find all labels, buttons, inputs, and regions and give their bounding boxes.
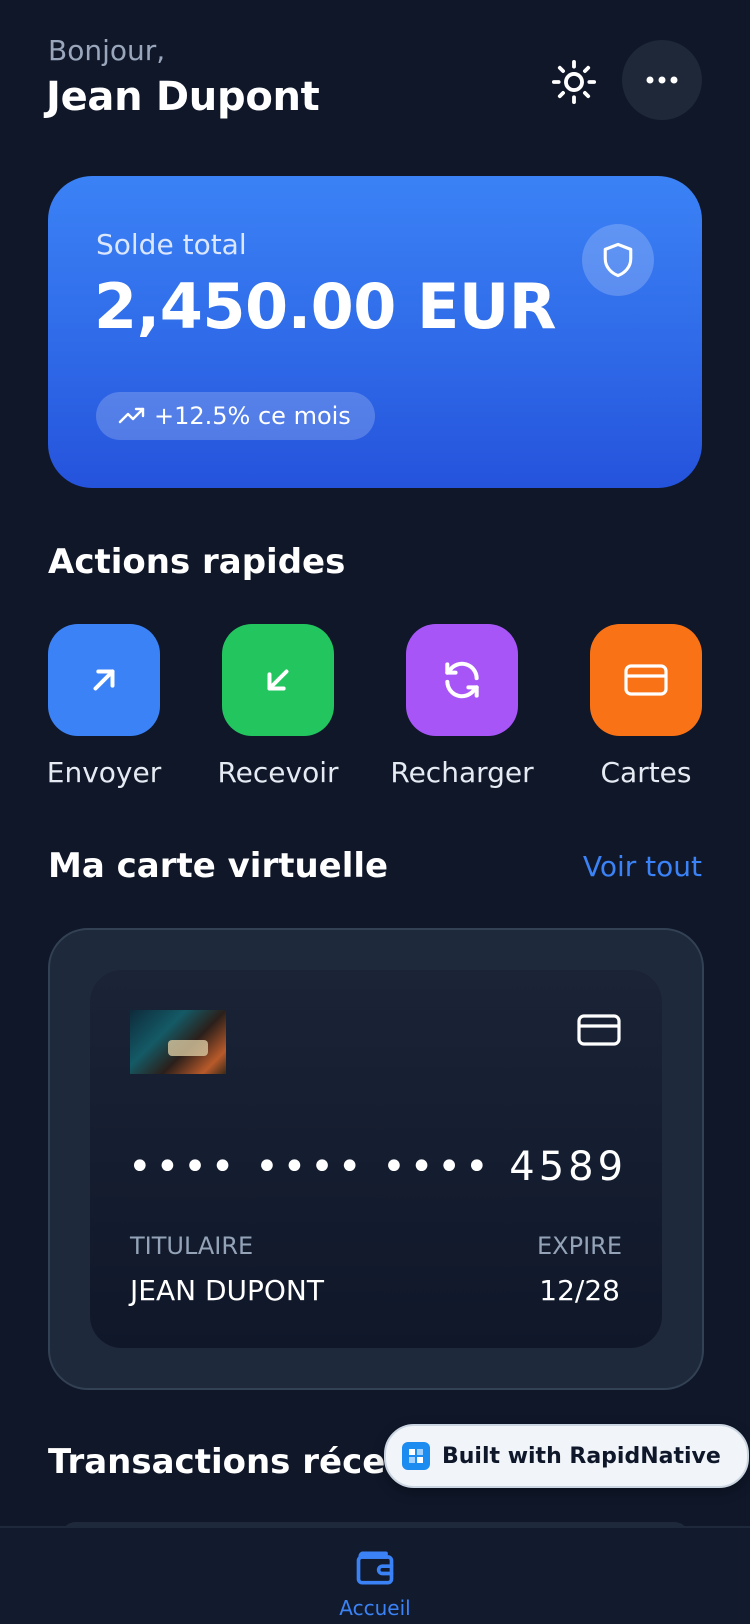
bottom-nav: Accueil <box>0 1526 750 1624</box>
home-screen: Bonjour, Jean Dupont Solde total 2,450.0… <box>0 0 750 1624</box>
send-label: Envoyer <box>46 756 162 789</box>
holder-name: JEAN DUPONT <box>130 1274 324 1307</box>
trend-text: +12.5% ce mois <box>154 402 351 430</box>
credit-card-icon <box>624 664 668 696</box>
send-button[interactable] <box>48 624 160 736</box>
transactions-title: Transactions récen <box>48 1442 410 1482</box>
action-cards[interactable]: Cartes <box>576 624 716 789</box>
built-with-text: Built with RapidNative <box>442 1443 721 1469</box>
nav-home-label: Accueil <box>339 1596 411 1620</box>
balance-amount: 2,450.00 EUR <box>94 270 556 343</box>
cards-button[interactable] <box>590 624 702 736</box>
action-reload[interactable]: Recharger <box>390 624 534 789</box>
refresh-icon <box>445 661 479 699</box>
action-send[interactable]: Envoyer <box>34 624 174 789</box>
virtual-card[interactable]: •••• •••• •••• 4589 TITULAIRE JEAN DUPON… <box>90 970 662 1348</box>
card-number: •••• •••• •••• 4589 <box>128 1144 628 1190</box>
credit-card-icon <box>577 1014 621 1046</box>
arrow-up-right-icon <box>93 669 115 691</box>
arrow-down-left-icon <box>267 669 289 691</box>
receive-label: Recevoir <box>217 756 339 789</box>
rapidnative-logo-icon <box>402 1442 430 1470</box>
reload-label: Recharger <box>390 756 534 789</box>
monthly-trend-badge: +12.5% ce mois <box>96 392 375 440</box>
more-options-button[interactable] <box>622 40 702 120</box>
balance-label: Solde total <box>96 228 247 261</box>
quick-actions-title: Actions rapides <box>48 542 346 582</box>
holder-label: TITULAIRE <box>130 1232 254 1260</box>
virtual-card-container[interactable]: •••• •••• •••• 4589 TITULAIRE JEAN DUPON… <box>48 928 704 1390</box>
shield-icon <box>603 242 633 278</box>
card-image <box>130 1010 226 1074</box>
expiry-date: 12/28 <box>539 1274 620 1307</box>
receive-button[interactable] <box>222 624 334 736</box>
more-horizontal-icon <box>646 76 678 84</box>
virtual-card-title: Ma carte virtuelle <box>48 846 389 886</box>
action-receive[interactable]: Recevoir <box>208 624 348 789</box>
trending-up-icon <box>118 407 145 424</box>
sun-icon <box>551 59 597 105</box>
cards-label: Cartes <box>600 756 692 789</box>
nav-item-home[interactable]: Accueil <box>325 1546 425 1620</box>
balance-card: Solde total 2,450.00 EUR +12.5% ce mois <box>48 176 702 488</box>
greeting-text: Bonjour, <box>48 34 166 67</box>
built-with-badge[interactable]: Built with RapidNative <box>384 1424 749 1488</box>
wallet-icon <box>356 1551 394 1585</box>
expiry-label: EXPIRE <box>537 1232 622 1260</box>
theme-toggle-button[interactable] <box>548 56 600 108</box>
reload-button[interactable] <box>406 624 518 736</box>
see-all-link[interactable]: Voir tout <box>583 850 702 883</box>
security-badge[interactable] <box>582 224 654 296</box>
user-name: Jean Dupont <box>46 74 320 120</box>
